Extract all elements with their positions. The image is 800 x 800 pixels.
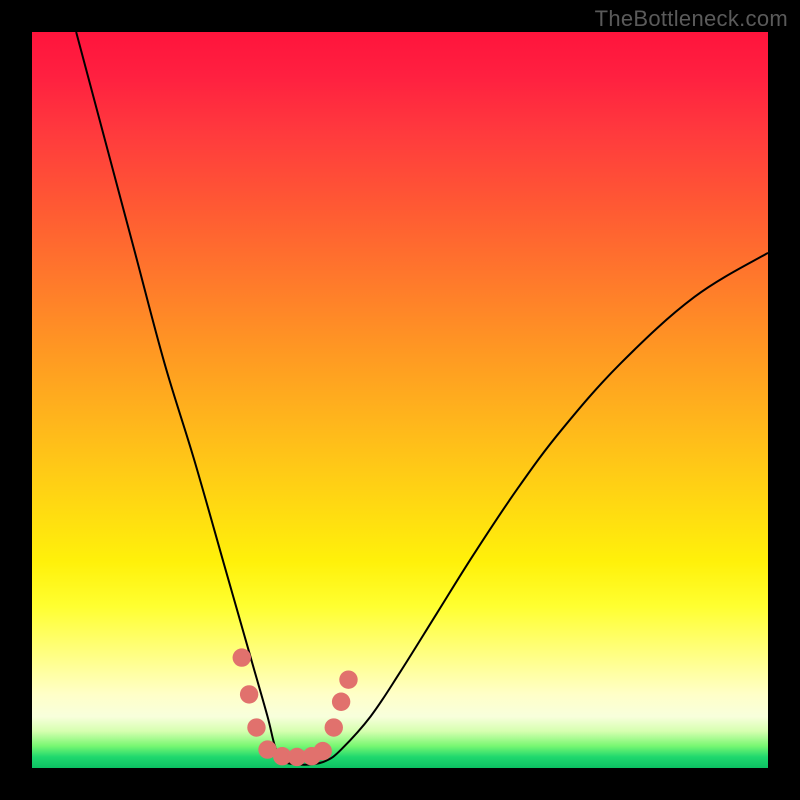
curve-overlay bbox=[32, 32, 768, 768]
attribution-text: TheBottleneck.com bbox=[595, 6, 788, 32]
chart-frame: TheBottleneck.com bbox=[0, 0, 800, 800]
curve-marker bbox=[332, 693, 350, 711]
bottleneck-curve bbox=[76, 32, 768, 765]
curve-marker bbox=[314, 742, 332, 760]
curve-marker bbox=[247, 718, 265, 736]
curve-marker bbox=[233, 648, 251, 666]
plot-area bbox=[32, 32, 768, 768]
curve-marker bbox=[339, 670, 357, 688]
curve-marker bbox=[325, 718, 343, 736]
curve-marker bbox=[240, 685, 258, 703]
curve-markers bbox=[233, 648, 358, 766]
